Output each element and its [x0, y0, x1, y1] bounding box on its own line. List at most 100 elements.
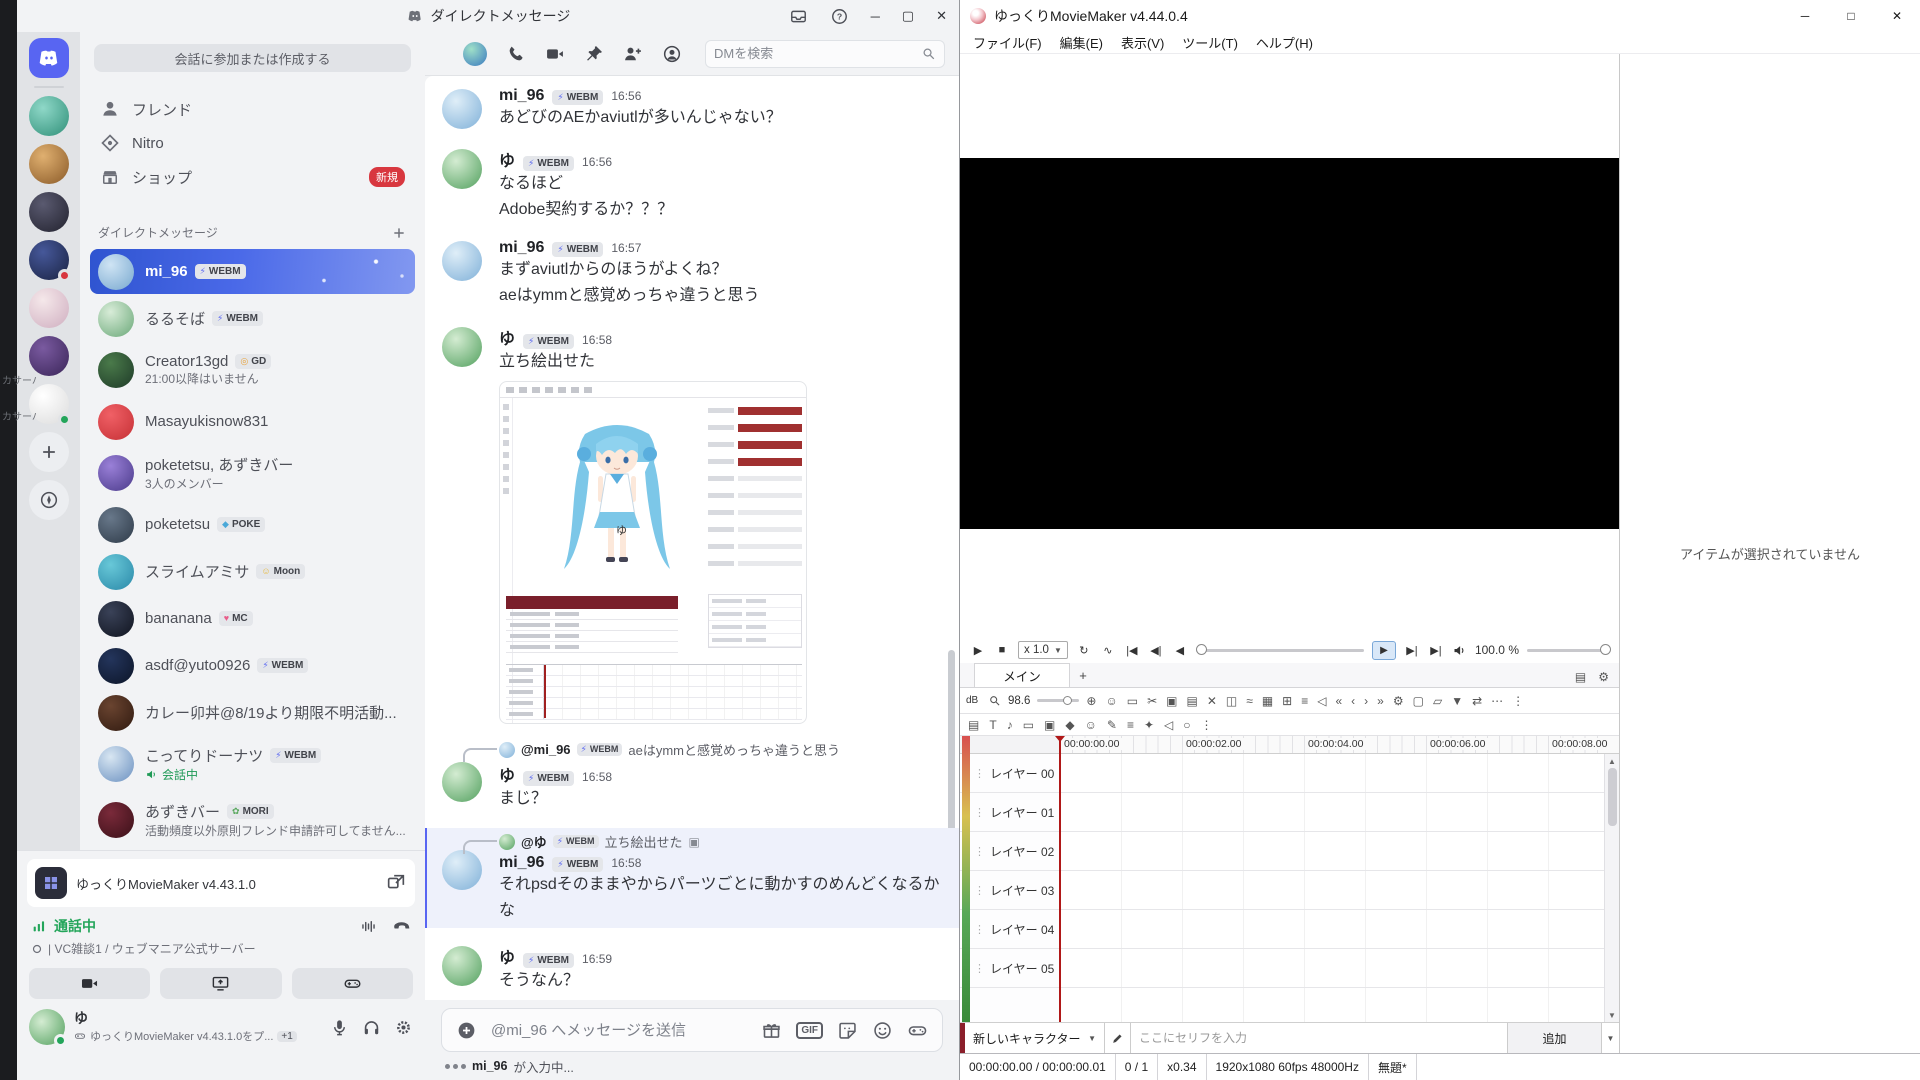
frame-back-icon[interactable]: ‹	[1351, 695, 1355, 707]
server-server-2[interactable]	[29, 144, 69, 184]
frame-forward-icon[interactable]: ›	[1364, 695, 1368, 707]
emoji-icon[interactable]: ☺	[1105, 695, 1117, 707]
minimize-button[interactable]: ─	[871, 9, 880, 24]
menu-help[interactable]: ヘルプ(H)	[1247, 32, 1322, 53]
message-avatar[interactable]	[442, 327, 482, 367]
attach-plus-icon[interactable]	[456, 1020, 477, 1041]
message[interactable]: @mi_96⚡WEBMaeはymmと感覚めっちゃ違うと思うゆ⚡WEBM16:58…	[425, 740, 959, 812]
close-button[interactable]: ✕	[936, 8, 947, 24]
copy-icon[interactable]: ▣	[1166, 695, 1177, 707]
video-track-icon[interactable]: ▦	[1262, 695, 1273, 707]
message-avatar[interactable]	[442, 762, 482, 802]
dm-item[interactable]: あずきバー✿MORI活動頻度以外原則フレンド申請許可してません...	[90, 793, 415, 847]
layer-track[interactable]	[1060, 754, 1619, 792]
zoom-slider[interactable]	[1037, 699, 1079, 702]
seek-start-icon[interactable]: «	[1335, 695, 1342, 707]
zoom-thumb[interactable]	[1063, 696, 1072, 705]
add-button[interactable]: 追加	[1507, 1023, 1601, 1053]
inbox-icon[interactable]	[789, 7, 808, 26]
add-tab-button[interactable]: +	[1070, 663, 1096, 687]
message-author[interactable]: mi_96	[499, 87, 544, 105]
step-forward-button[interactable]: ▶|	[1404, 644, 1420, 657]
tab-main[interactable]: メイン	[974, 663, 1070, 687]
profile-icon[interactable]	[662, 44, 682, 64]
delete-icon[interactable]: ✕	[1207, 695, 1217, 707]
message-author[interactable]: ゆ	[499, 762, 515, 786]
mic-icon[interactable]	[330, 1018, 349, 1037]
explore-button[interactable]	[29, 480, 69, 520]
drag-handle-icon[interactable]: ⋮	[974, 767, 985, 780]
message-attachment-image[interactable]: ゆ	[499, 381, 807, 724]
playhead[interactable]	[1059, 736, 1061, 1022]
activities-button[interactable]	[292, 968, 413, 999]
reply-context[interactable]: @ゆ⚡WEBM立ち絵出せた▣	[499, 832, 941, 851]
message[interactable]: mi_96⚡WEBM16:57まずaviutlからのほうがよくね？aeはymmと…	[425, 239, 959, 309]
playhead-handle[interactable]	[1055, 736, 1065, 742]
dm-item[interactable]: poketetsu, あずきバー3人のメンバー	[90, 446, 415, 500]
layer-track[interactable]	[1060, 910, 1619, 948]
message-author[interactable]: ゆ	[499, 944, 515, 968]
menu-tools[interactable]: ツール(T)	[1173, 32, 1247, 53]
server-server-6[interactable]	[29, 336, 69, 376]
stop-button[interactable]: ■	[994, 644, 1010, 656]
maximize-button[interactable]: ▢	[902, 8, 914, 24]
audio-item-icon[interactable]: ◁	[1164, 719, 1173, 731]
seek-end-button[interactable]: ▶|	[1428, 644, 1444, 657]
dm-item[interactable]: カレー卯丼@8/19より期限不明活動...	[90, 690, 415, 735]
reply-context[interactable]: @mi_96⚡WEBMaeはymmと感覚めっちゃ違うと思う	[499, 740, 941, 759]
dm-avatar-icon[interactable]	[463, 42, 487, 66]
create-dm-icon[interactable]	[391, 225, 407, 241]
drag-handle-icon[interactable]: ⋮	[974, 806, 985, 819]
user-avatar[interactable]	[29, 1009, 65, 1045]
timeline-settings-icon[interactable]: ⚙	[1598, 671, 1609, 683]
menu-view[interactable]: 表示(V)	[1112, 32, 1173, 53]
scroll-up-icon[interactable]: ▲	[1608, 754, 1616, 768]
ymm-minimize-button[interactable]: ─	[1782, 0, 1828, 32]
volume-thumb[interactable]	[1600, 644, 1611, 655]
speaker-icon[interactable]	[1452, 643, 1467, 658]
split-icon[interactable]: ◫	[1226, 695, 1237, 707]
folder-icon[interactable]: ▱	[1433, 695, 1442, 707]
join-create-button[interactable]: 会話に参加または作成する	[94, 44, 411, 72]
main-play-button[interactable]: ▶	[1372, 641, 1396, 660]
paste-icon[interactable]: ▤	[1186, 695, 1197, 707]
seek-slider[interactable]	[1196, 649, 1364, 652]
seek-start-button[interactable]: |◀	[1124, 644, 1140, 657]
dm-item[interactable]: asdf@yuto0926⚡WEBM	[90, 643, 415, 688]
message[interactable]: ゆ⚡WEBM16:59そうなん？	[425, 944, 959, 994]
message-author[interactable]: mi_96	[499, 239, 544, 257]
settings-icon[interactable]: ⚙	[1393, 695, 1404, 707]
table-icon[interactable]: ⊞	[1282, 695, 1292, 707]
layer-track[interactable]	[1060, 988, 1619, 1022]
movie-item-icon[interactable]: ▭	[1023, 719, 1034, 731]
time-item-icon[interactable]: ○	[1183, 719, 1190, 731]
add-member-icon[interactable]	[623, 44, 643, 64]
dm-item[interactable]: Creator13gd◎GD21:00以降はいません	[90, 343, 415, 397]
face-item-icon[interactable]: ☺	[1085, 719, 1097, 731]
activity-card[interactable]: ゆっくりMovieMaker v4.43.1.0	[27, 859, 415, 907]
add-character-icon[interactable]: ⊕	[1086, 695, 1096, 707]
seek-thumb[interactable]	[1196, 644, 1207, 655]
layer-track[interactable]	[1060, 871, 1619, 909]
handle-icon[interactable]: ⋮	[1512, 695, 1524, 707]
home-button[interactable]	[29, 38, 69, 78]
speed-select[interactable]: x 1.0▼	[1018, 641, 1068, 659]
headphones-icon[interactable]	[362, 1018, 381, 1037]
gif-icon[interactable]: GIF	[796, 1022, 823, 1039]
pin-icon[interactable]	[584, 44, 604, 64]
play-button[interactable]: ▶	[970, 644, 986, 657]
frame-back-button[interactable]: ◀|	[1148, 644, 1164, 657]
disconnect-call-icon[interactable]	[392, 917, 411, 936]
server-server-1[interactable]	[29, 96, 69, 136]
message[interactable]: ゆ⚡WEBM16:58立ち絵出せたゆ	[425, 325, 959, 724]
curve-button[interactable]: ∿	[1100, 644, 1116, 657]
voice-channel-label[interactable]: | VC雑談1 / ウェブマニア公式サーバー	[48, 940, 256, 957]
server-server-3[interactable]	[29, 192, 69, 232]
loop-button[interactable]: ↻	[1076, 644, 1092, 657]
message[interactable]: mi_96⚡WEBM16:56あどびのAEかaviutlが多いんじゃない？	[425, 87, 959, 131]
add-options-button[interactable]: ▼	[1601, 1023, 1619, 1053]
drag-handle-icon[interactable]: ⋮	[974, 845, 985, 858]
message-author[interactable]: ゆ	[499, 147, 515, 171]
dm-item[interactable]: Masayukisnow831	[90, 399, 415, 444]
scrollbar-thumb[interactable]	[1608, 768, 1617, 826]
